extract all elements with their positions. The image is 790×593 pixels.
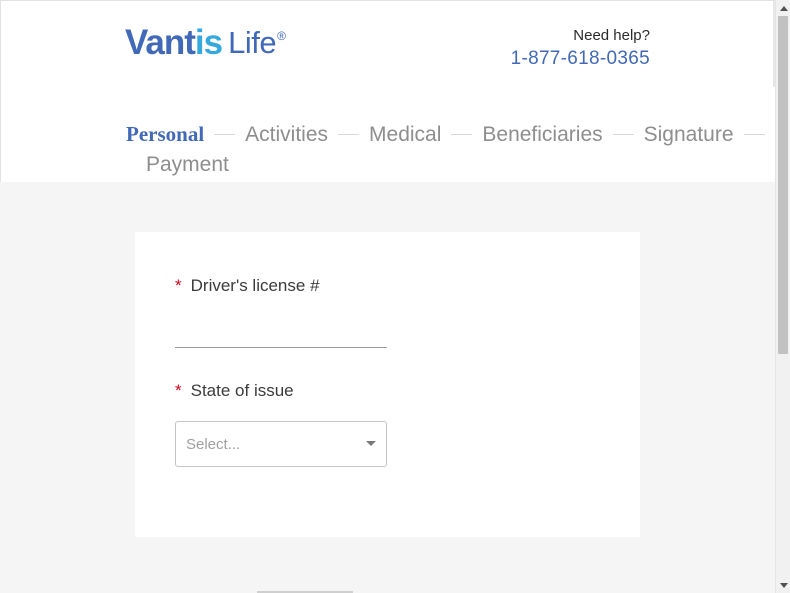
need-help-label: Need help? [573,27,650,44]
state-of-issue-label: * State of issue [175,381,294,401]
arrow-down-icon[interactable] [780,583,788,588]
logo-text-is: is [194,23,223,62]
logo-text-vant: Vant [125,23,196,62]
chevron-down-icon [366,441,376,446]
step-medical[interactable]: Medical [369,123,441,146]
step-separator [451,134,473,135]
drivers-license-label-text: Driver's license # [190,276,320,295]
application-steps-nav: Personal Activities Medical Beneficiarie… [126,123,776,176]
step-separator [338,134,360,135]
page-header: Vant is Life ® Need help? 1-877-618-0365… [0,0,775,182]
step-separator [214,134,236,135]
state-of-issue-select[interactable]: Select... [175,421,387,467]
step-beneficiaries[interactable]: Beneficiaries [482,123,602,146]
drivers-license-label: * Driver's license # [175,276,320,296]
help-phone-link[interactable]: 1-877-618-0365 [511,48,650,70]
required-marker: * [175,381,182,400]
step-separator [612,134,634,135]
personal-info-form-card: * Driver's license # * State of issue Sele… [135,232,640,537]
step-personal[interactable]: Personal [126,123,204,145]
vantis-life-logo[interactable]: Vant is Life ® [125,25,315,65]
arrow-up-icon[interactable] [780,6,788,11]
state-select-placeholder: Select... [186,435,241,453]
step-signature[interactable]: Signature [644,123,734,146]
logo-text-life: Life [228,25,277,60]
scrollbar-thumb[interactable] [778,16,788,354]
logo-registered-mark: ® [277,29,286,43]
step-payment[interactable]: Payment [146,153,229,176]
required-marker: * [175,276,182,295]
drivers-license-input[interactable] [175,314,387,348]
step-separator [743,134,765,135]
page-scrollbar[interactable] [775,0,790,593]
step-activities[interactable]: Activities [245,123,328,146]
state-of-issue-label-text: State of issue [190,381,294,400]
